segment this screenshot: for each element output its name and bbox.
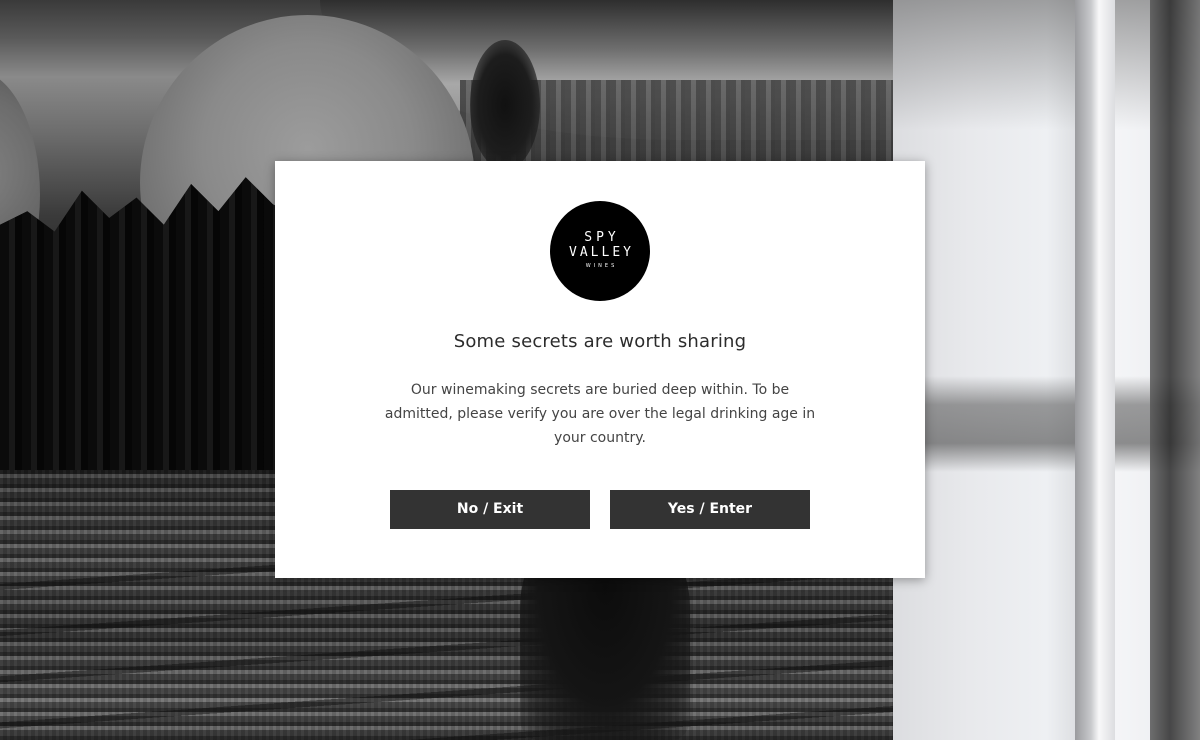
shadow-silhouette-top	[470, 40, 540, 170]
age-verification-modal: SPY VALLEY WINES Some secrets are worth …	[275, 161, 925, 578]
spy-valley-logo: SPY VALLEY WINES	[550, 201, 650, 301]
logo-text-valley: VALLEY	[569, 244, 634, 260]
yes-enter-button[interactable]: Yes / Enter	[610, 490, 810, 529]
modal-title: Some secrets are worth sharing	[453, 331, 747, 352]
window-frame	[1075, 0, 1115, 740]
vineyard-rows	[0, 560, 900, 740]
window-edge	[1150, 0, 1200, 740]
no-exit-button[interactable]: No / Exit	[390, 490, 590, 529]
modal-message: Our winemaking secrets are buried deep w…	[384, 382, 816, 446]
logo-text-spy: SPY	[584, 229, 620, 245]
logo-text-wines: WINES	[585, 262, 618, 269]
